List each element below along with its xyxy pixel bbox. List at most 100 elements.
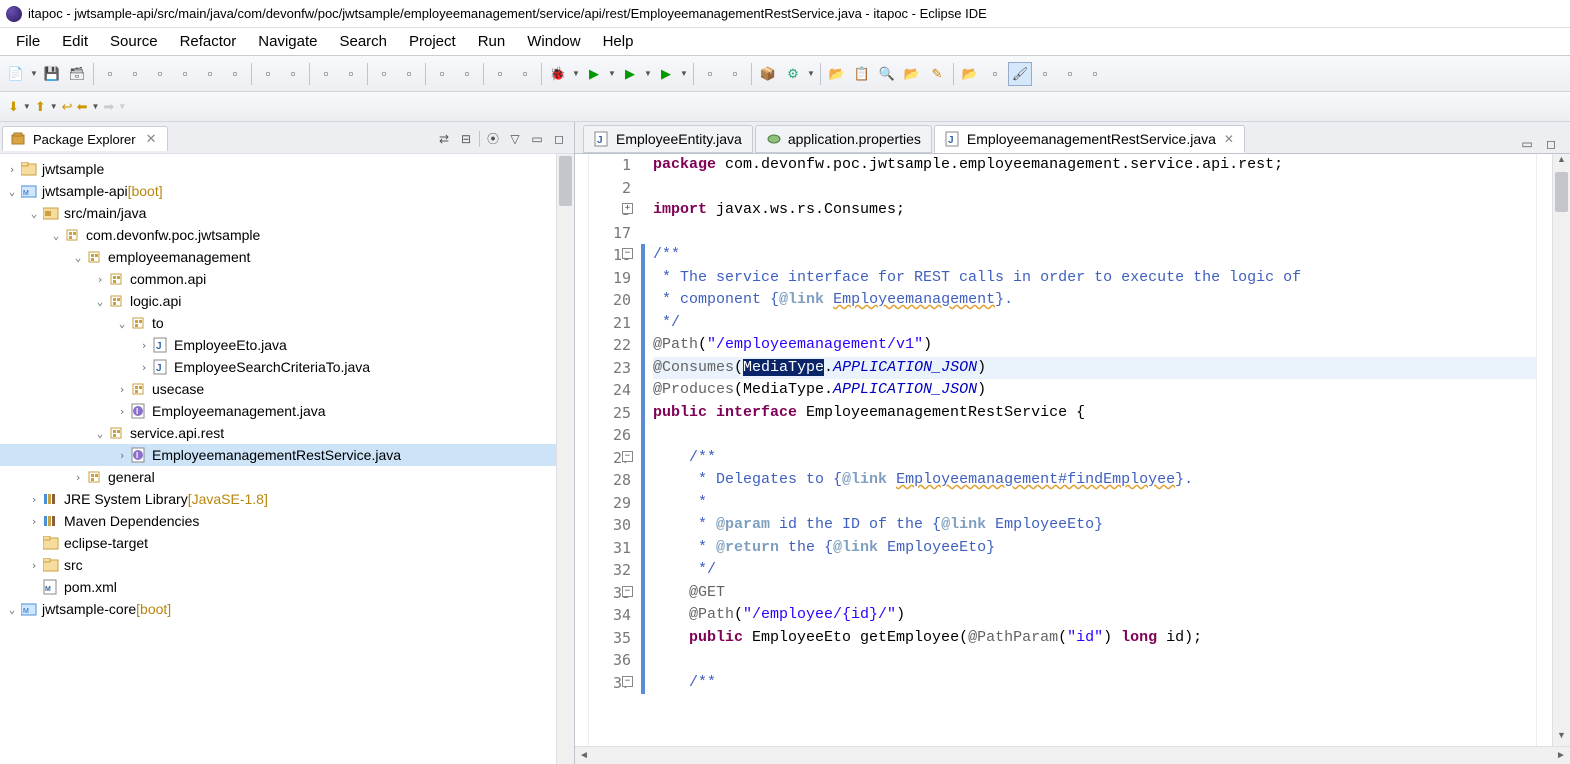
tool-icon[interactable]: ▫ bbox=[1033, 62, 1057, 86]
tool-icon[interactable]: ▫ bbox=[488, 62, 512, 86]
code-line[interactable]: package com.devonfw.poc.jwtsample.employ… bbox=[653, 154, 1536, 177]
tool-icon[interactable]: ▫ bbox=[223, 62, 247, 86]
menu-window[interactable]: Window bbox=[517, 29, 590, 54]
dropdown-icon[interactable]: ▼ bbox=[643, 62, 653, 86]
tool-icon[interactable]: ▫ bbox=[723, 62, 747, 86]
code-line[interactable]: * @return the {@link EmployeeEto} bbox=[653, 537, 1536, 560]
tree-node[interactable]: ⌄employeemanagement bbox=[0, 246, 574, 268]
dropdown-icon[interactable]: ▼ bbox=[571, 62, 581, 86]
collapse-icon[interactable]: › bbox=[26, 493, 42, 506]
dropdown-icon[interactable]: ▼ bbox=[29, 62, 39, 86]
menu-project[interactable]: Project bbox=[399, 29, 466, 54]
horizontal-scrollbar[interactable]: ◄ ► bbox=[575, 746, 1570, 764]
expand-icon[interactable]: ⌄ bbox=[4, 603, 20, 616]
package-explorer-tab[interactable]: Package Explorer ✕ bbox=[2, 126, 168, 151]
code-line[interactable] bbox=[653, 649, 1536, 672]
tree-node[interactable]: ›Maven Dependencies bbox=[0, 510, 574, 532]
link-editor-icon[interactable]: ⇄ bbox=[435, 130, 453, 148]
tree-node[interactable]: ›src bbox=[0, 554, 574, 576]
tree-node[interactable]: ⌄com.devonfw.poc.jwtsample bbox=[0, 224, 574, 246]
tree-node[interactable]: Mpom.xml bbox=[0, 576, 574, 598]
back-to-button[interactable]: ↩ bbox=[62, 99, 73, 115]
tool-icon[interactable]: ▫ bbox=[1058, 62, 1082, 86]
code-line[interactable]: /** bbox=[653, 447, 1536, 470]
editor-tab[interactable]: JEmployeeEntity.java bbox=[583, 125, 753, 153]
tool-icon[interactable]: ▫ bbox=[430, 62, 454, 86]
coverage-button[interactable]: ▶ bbox=[618, 62, 642, 86]
tree-node[interactable]: ›IEmployeemanagement.java bbox=[0, 400, 574, 422]
fold-collapse-icon[interactable]: − bbox=[622, 586, 633, 597]
tree-node[interactable]: ⌄Mjwtsample-core [boot] bbox=[0, 598, 574, 620]
code-line[interactable] bbox=[653, 424, 1536, 447]
tree-node[interactable]: ⌄to bbox=[0, 312, 574, 334]
collapse-icon[interactable]: › bbox=[114, 405, 130, 418]
tree-scrollbar[interactable] bbox=[556, 154, 574, 764]
code-line[interactable] bbox=[653, 177, 1536, 200]
code-line[interactable]: */ bbox=[653, 559, 1536, 582]
expand-icon[interactable]: ⌄ bbox=[92, 427, 108, 440]
menu-refactor[interactable]: Refactor bbox=[170, 29, 247, 54]
tool-icon[interactable]: ▫ bbox=[173, 62, 197, 86]
tree-node[interactable]: eclipse-target bbox=[0, 532, 574, 554]
maximize-icon[interactable]: ◻ bbox=[1542, 135, 1560, 153]
tool-icon[interactable]: ▫ bbox=[314, 62, 338, 86]
tool-icon[interactable]: 🔍 bbox=[875, 62, 899, 86]
tree-node[interactable]: ›usecase bbox=[0, 378, 574, 400]
menu-edit[interactable]: Edit bbox=[52, 29, 98, 54]
code-line[interactable]: @Consumes(MediaType.APPLICATION_JSON) bbox=[653, 357, 1536, 380]
package-tree[interactable]: ›jwtsample⌄Mjwtsample-api [boot]⌄src/mai… bbox=[0, 154, 574, 764]
code-line[interactable]: /** bbox=[653, 244, 1536, 267]
code-line[interactable]: @Path("/employee/{id}/") bbox=[653, 604, 1536, 627]
next-edit-button[interactable]: ⬆ bbox=[35, 99, 46, 115]
tool-icon[interactable]: ▫ bbox=[339, 62, 363, 86]
editor-tab[interactable]: application.properties bbox=[755, 125, 932, 153]
tree-node[interactable]: ⌄Mjwtsample-api [boot] bbox=[0, 180, 574, 202]
tool-icon[interactable]: ▫ bbox=[148, 62, 172, 86]
code-line[interactable]: /** bbox=[653, 672, 1536, 695]
tree-node[interactable]: ›JEmployeeEto.java bbox=[0, 334, 574, 356]
code-line[interactable]: @Path("/employeemanagement/v1") bbox=[653, 334, 1536, 357]
code-line[interactable]: public interface EmployeemanagementRestS… bbox=[653, 402, 1536, 425]
expand-icon[interactable]: ⌄ bbox=[70, 251, 86, 264]
open-task-button[interactable]: 📋 bbox=[850, 62, 874, 86]
maximize-icon[interactable]: ◻ bbox=[550, 130, 568, 148]
save-button[interactable]: 💾 bbox=[40, 62, 64, 86]
new-plugin-button[interactable]: ⚙ bbox=[781, 62, 805, 86]
menu-source[interactable]: Source bbox=[100, 29, 168, 54]
debug-button[interactable]: 🐞 bbox=[546, 62, 570, 86]
code-line[interactable]: public EmployeeEto getEmployee(@PathPara… bbox=[653, 627, 1536, 650]
tool-icon[interactable]: ▫ bbox=[98, 62, 122, 86]
code-line[interactable]: */ bbox=[653, 312, 1536, 335]
fold-collapse-icon[interactable]: − bbox=[622, 248, 633, 259]
tool-icon[interactable]: ▫ bbox=[1083, 62, 1107, 86]
tool-icon[interactable]: 📂 bbox=[958, 62, 982, 86]
collapse-icon[interactable]: › bbox=[114, 449, 130, 462]
tree-node[interactable]: ›general bbox=[0, 466, 574, 488]
code-editor[interactable]: package com.devonfw.poc.jwtsample.employ… bbox=[649, 154, 1536, 746]
expand-icon[interactable]: ⌄ bbox=[26, 207, 42, 220]
collapse-icon[interactable]: › bbox=[70, 471, 86, 484]
tool-icon[interactable]: ✎ bbox=[925, 62, 949, 86]
expand-icon[interactable]: ⌄ bbox=[92, 295, 108, 308]
code-line[interactable]: * component {@link Employeemanagement}. bbox=[653, 289, 1536, 312]
run-button[interactable]: ▶ bbox=[582, 62, 606, 86]
code-line[interactable]: * bbox=[653, 492, 1536, 515]
code-line[interactable]: @GET bbox=[653, 582, 1536, 605]
tree-node[interactable]: ›JRE System Library [JavaSE-1.8] bbox=[0, 488, 574, 510]
fold-collapse-icon[interactable]: − bbox=[622, 676, 633, 687]
collapse-icon[interactable]: › bbox=[26, 515, 42, 528]
collapse-icon[interactable]: › bbox=[114, 383, 130, 396]
collapse-icon[interactable]: › bbox=[136, 361, 152, 374]
back-button[interactable]: ⬅ bbox=[77, 99, 88, 115]
tool-icon[interactable]: ▫ bbox=[397, 62, 421, 86]
open-type-button[interactable]: 📂 bbox=[825, 62, 849, 86]
fold-collapse-icon[interactable]: − bbox=[622, 451, 633, 462]
tool-icon[interactable]: ▫ bbox=[455, 62, 479, 86]
menu-search[interactable]: Search bbox=[329, 29, 397, 54]
minimize-icon[interactable]: ▭ bbox=[1518, 135, 1536, 153]
tool-icon[interactable]: ▫ bbox=[198, 62, 222, 86]
minimize-icon[interactable]: ▭ bbox=[528, 130, 546, 148]
tool-icon[interactable]: ▫ bbox=[698, 62, 722, 86]
dropdown-icon[interactable]: ▼ bbox=[806, 62, 816, 86]
tree-node[interactable]: ›jwtsample bbox=[0, 158, 574, 180]
